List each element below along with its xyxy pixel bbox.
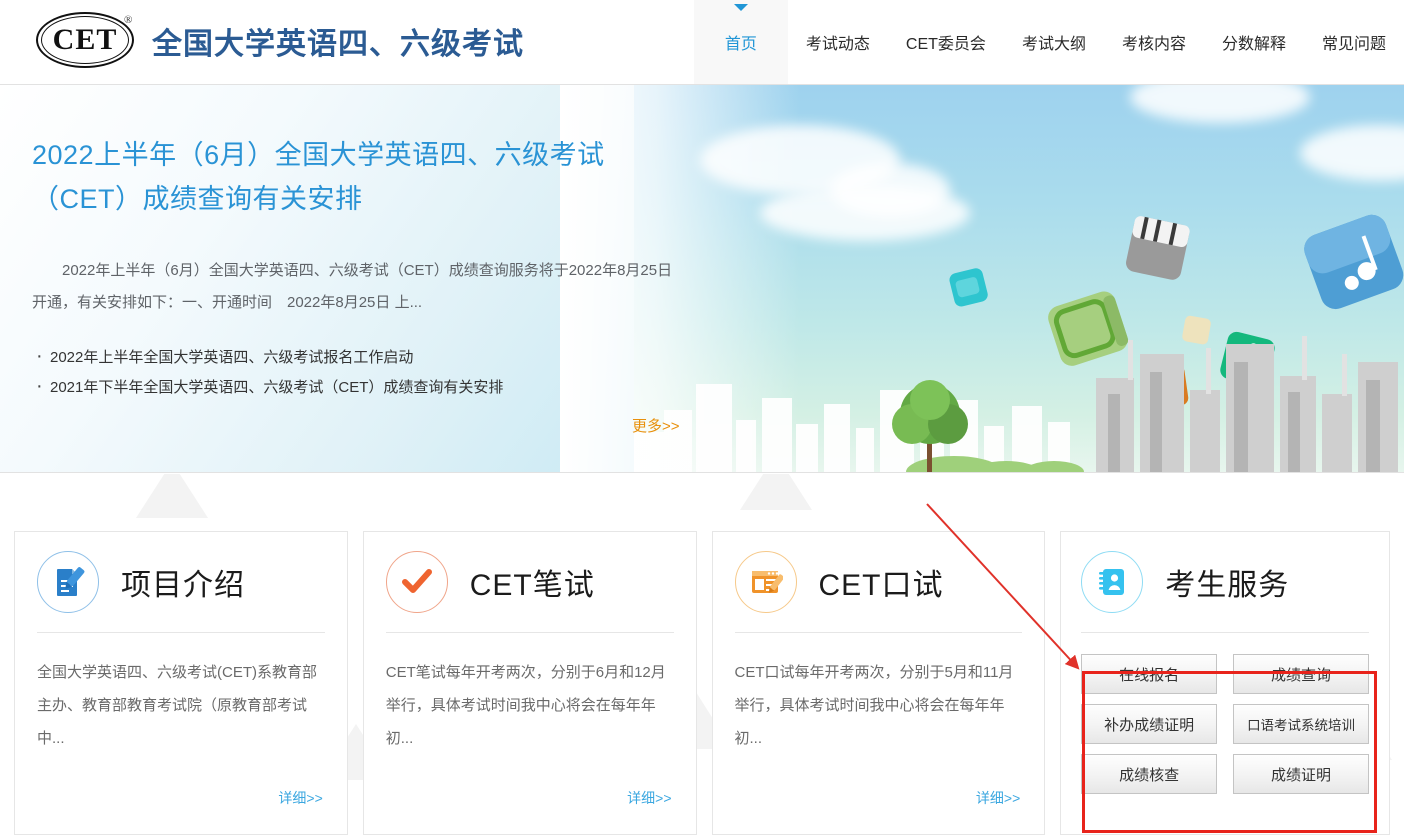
nav-item-syllabus[interactable]: 考试大纲 xyxy=(1004,0,1104,84)
seal-text: CET xyxy=(36,12,134,68)
banner-news-item[interactable]: 2022年上半年全国大学英语四、六级考试报名工作启动 xyxy=(32,343,760,373)
main-nav: 首页 考试动态 CET委员会 考试大纲 考核内容 分数解释 常见问题 xyxy=(694,0,1404,84)
card-header: 考生服务 xyxy=(1081,532,1369,633)
card-body: CET笔试每年开考两次，分别于6月和12月举行，具体考试时间我中心将会在每年年初… xyxy=(386,633,674,755)
service-button-score-query[interactable]: 成绩查询 xyxy=(1233,654,1369,694)
service-button-label: 口语考试系统培训 xyxy=(1247,714,1355,734)
checkmark-icon xyxy=(386,551,448,613)
nav-item-label: 常见问题 xyxy=(1322,30,1386,54)
chevron-up-icon xyxy=(734,4,748,11)
card-project-intro[interactable]: 项目介绍 全国大学英语四、六级考试(CET)系教育部主办、教育部教育考试院（原教… xyxy=(14,531,348,835)
nav-item-score-interpretation[interactable]: 分数解释 xyxy=(1204,0,1304,84)
card-detail-link[interactable]: 详细>> xyxy=(976,788,1020,808)
nav-item-assessment-content[interactable]: 考核内容 xyxy=(1104,0,1204,84)
banner-more-link[interactable]: 更多>> xyxy=(632,415,680,436)
card-detail-link[interactable]: 详细>> xyxy=(627,788,671,808)
feature-cards: 项目介绍 全国大学英语四、六级考试(CET)系教育部主办、教育部教育考试院（原教… xyxy=(0,531,1404,835)
service-button-online-registration[interactable]: 在线报名 xyxy=(1081,654,1217,694)
nav-item-faq[interactable]: 常见问题 xyxy=(1304,0,1404,84)
nav-item-cet-committee[interactable]: CET委员会 xyxy=(888,0,1004,84)
nav-item-label: 考试大纲 xyxy=(1022,30,1086,54)
nav-item-label: 考核内容 xyxy=(1122,30,1186,54)
service-button-score-verification[interactable]: 成绩核查 xyxy=(1081,754,1217,794)
cet-seal-logo: CET ® xyxy=(36,12,136,70)
card-header: 项目介绍 xyxy=(37,532,325,633)
services-button-grid: 在线报名 成绩查询 补办成绩证明 口语考试系统培训 成绩核查 成绩证明 xyxy=(1081,654,1369,794)
card-title: CET笔试 xyxy=(470,560,595,604)
nav-item-label: 分数解释 xyxy=(1222,30,1286,54)
form-pen-icon xyxy=(735,551,797,613)
banner-news-list: 2022年上半年全国大学英语四、六级考试报名工作启动 2021年下半年全国大学英… xyxy=(32,343,760,403)
service-button-oral-exam-system-training[interactable]: 口语考试系统培训 xyxy=(1233,704,1369,744)
card-header: CET口试 xyxy=(735,532,1023,633)
site-logo[interactable]: CET ® 全国大学英语四、六级考试 xyxy=(36,12,524,70)
service-button-reissue-score-certificate[interactable]: 补办成绩证明 xyxy=(1081,704,1217,744)
service-button-label: 成绩查询 xyxy=(1271,664,1331,685)
banner-headline[interactable]: 2022上半年（6月）全国大学英语四、六级考试（CET）成绩查询有关安排 xyxy=(32,133,692,221)
card-header: CET笔试 xyxy=(386,532,674,633)
site-header: CET ® 全国大学英语四、六级考试 首页 考试动态 CET委员会 考试大纲 考… xyxy=(0,0,1404,85)
service-button-label: 成绩证明 xyxy=(1271,764,1331,785)
banner-news-item[interactable]: 2021年下半年全国大学英语四、六级考试（CET）成绩查询有关安排 xyxy=(32,373,760,403)
card-title: 项目介绍 xyxy=(121,560,245,604)
registered-trademark-icon: ® xyxy=(124,14,132,26)
card-body: CET口试每年开考两次，分别于5月和11月举行，具体考试时间我中心将会在每年年初… xyxy=(735,633,1023,755)
card-detail-link[interactable]: 详细>> xyxy=(278,788,322,808)
page-root: CET ® 全国大学英语四、六级考试 首页 考试动态 CET委员会 考试大纲 考… xyxy=(0,0,1404,835)
nav-item-label: 考试动态 xyxy=(806,30,870,54)
nav-item-home[interactable]: 首页 xyxy=(694,0,788,84)
service-button-score-certificate[interactable]: 成绩证明 xyxy=(1233,754,1369,794)
card-cet-written-exam[interactable]: CET笔试 CET笔试每年开考两次，分别于6月和12月举行，具体考试时间我中心将… xyxy=(363,531,697,835)
site-title: 全国大学英语四、六级考试 xyxy=(152,19,524,63)
nav-item-label: 首页 xyxy=(725,30,757,54)
banner-summary: 2022年上半年（6月）全国大学英语四、六级考试（CET）成绩查询服务将于202… xyxy=(32,255,677,319)
hero-banner: 2022上半年（6月）全国大学英语四、六级考试（CET）成绩查询有关安排 202… xyxy=(0,85,1404,473)
card-candidate-services: 考生服务 在线报名 成绩查询 补办成绩证明 口语考试系统培训 成绩核查 xyxy=(1060,531,1390,835)
document-pen-icon xyxy=(37,551,99,613)
card-body: 全国大学英语四、六级考试(CET)系教育部主办、教育部教育考试院（原教育部考试中… xyxy=(37,633,325,755)
card-title: 考生服务 xyxy=(1165,560,1289,604)
service-button-label: 在线报名 xyxy=(1119,664,1179,685)
card-title: CET口试 xyxy=(819,560,944,604)
nav-item-exam-news[interactable]: 考试动态 xyxy=(788,0,888,84)
card-cet-oral-exam[interactable]: CET口试 CET口试每年开考两次，分别于5月和11月举行，具体考试时间我中心将… xyxy=(712,531,1046,835)
service-button-label: 成绩核查 xyxy=(1119,764,1179,785)
nav-item-label: CET委员会 xyxy=(906,30,986,54)
service-button-label: 补办成绩证明 xyxy=(1104,714,1194,735)
address-book-icon xyxy=(1081,551,1143,613)
